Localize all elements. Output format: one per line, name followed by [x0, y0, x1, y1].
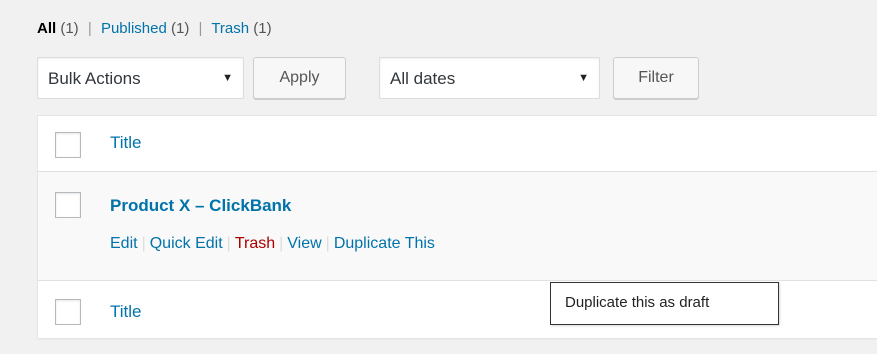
action-separator: | [226, 235, 231, 252]
title-column-header[interactable]: Title [110, 133, 142, 153]
edit-link[interactable]: Edit [110, 235, 138, 252]
table-row: Product X – ClickBank Edit | Quick Edit | Tr… [38, 172, 877, 280]
select-all-checkbox[interactable] [55, 132, 81, 158]
filter-all-link[interactable]: All [37, 20, 56, 37]
filter-published-link[interactable]: Published [101, 20, 167, 37]
triangle-down-icon: ▼ [222, 72, 233, 84]
dates-filter-select[interactable]: All dates ▼ [379, 57, 600, 99]
trash-link[interactable]: Trash [235, 235, 275, 252]
action-separator: | [325, 235, 330, 252]
row-checkbox[interactable] [55, 192, 81, 218]
post-title-link[interactable]: Product X – ClickBank [110, 196, 291, 216]
bulk-actions-value: Bulk Actions [48, 69, 141, 88]
title-column-footer[interactable]: Title [110, 302, 142, 322]
filter-separator: | [198, 20, 203, 37]
quick-edit-link[interactable]: Quick Edit [150, 235, 223, 252]
duplicate-this-link[interactable]: Duplicate This [334, 235, 435, 252]
filter-button[interactable]: Filter [613, 57, 699, 99]
row-actions: Edit | Quick Edit | Trash | View | Duplicate Thi… [110, 235, 435, 253]
triangle-down-icon: ▼ [578, 72, 589, 84]
apply-button[interactable]: Apply [253, 57, 346, 99]
dates-filter-value: All dates [390, 69, 456, 88]
filter-trash-link[interactable]: Trash [211, 20, 249, 37]
action-separator: | [141, 235, 146, 252]
view-link[interactable]: View [287, 235, 321, 252]
filter-trash-count: (1) [253, 20, 272, 37]
duplicate-tooltip: Duplicate this as draft [550, 282, 779, 325]
bulk-actions-select[interactable]: Bulk Actions ▼ [37, 57, 244, 99]
table-header-row: Title [38, 116, 877, 172]
select-all-checkbox-footer[interactable] [55, 299, 81, 325]
filter-all-count: (1) [60, 20, 79, 37]
action-separator: | [279, 235, 284, 252]
filter-separator: | [87, 20, 92, 37]
status-filter-links: All (1) | Published (1) | Trash (1) [37, 19, 272, 39]
filter-published-count: (1) [171, 20, 190, 37]
